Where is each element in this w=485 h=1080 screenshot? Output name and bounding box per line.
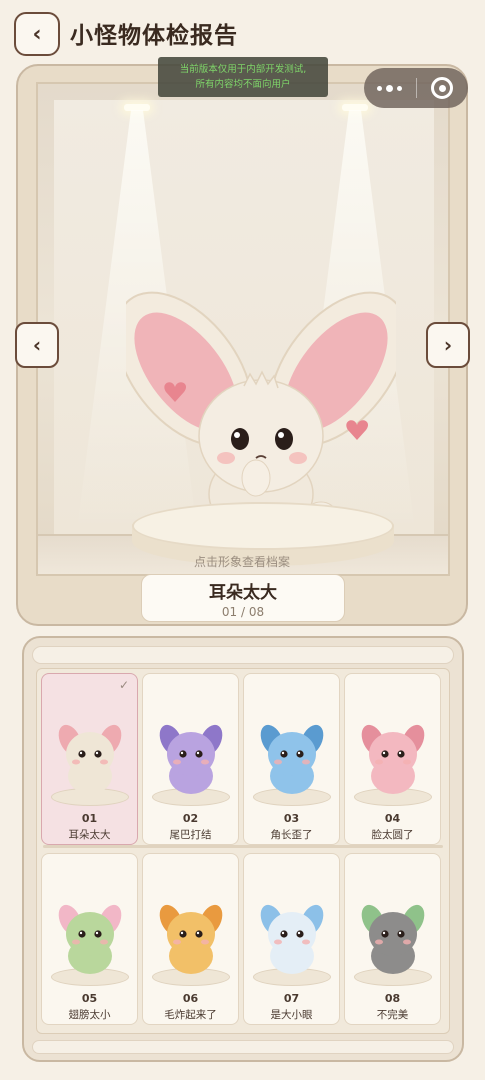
monster-slot-03[interactable]: 03 角长歪了 <box>243 673 340 845</box>
monster-thumbnail-icon <box>58 724 122 794</box>
spotlight-left-icon <box>124 104 150 111</box>
target-circle-icon[interactable] <box>416 68 468 108</box>
monster-thumbnail-icon <box>361 904 425 974</box>
mini-program-capsule <box>364 68 468 108</box>
chevron-left-icon: ‹ <box>32 333 42 357</box>
grid-top-rail <box>32 646 454 664</box>
monster-slot-01[interactable]: ✓ 01 耳朵太大 <box>41 673 138 845</box>
monster-slot-07[interactable]: 07 是大小眼 <box>243 853 340 1025</box>
monster-slot-08[interactable]: 08 不完美 <box>344 853 441 1025</box>
back-button[interactable]: ‹ <box>14 12 60 56</box>
tap-hint: 点击形象查看档案 <box>193 555 290 569</box>
monster-slot-number: 05 <box>81 992 98 1005</box>
monster-slot-label: 耳朵太大 <box>68 829 111 841</box>
monster-slot-05[interactable]: 05 翅膀太小 <box>41 853 138 1025</box>
monster-name-card: 耳朵太大 01 / 08 <box>141 574 345 622</box>
monster-slot-number: 02 <box>182 812 199 825</box>
monster-slot-number: 01 <box>81 812 98 825</box>
monster-thumbnail-icon <box>58 904 122 974</box>
monster-thumbnail-icon <box>361 724 425 794</box>
monster-slot-label: 角长歪了 <box>270 829 313 841</box>
chevron-right-icon: › <box>443 333 453 357</box>
monster-thumbnail-icon <box>159 904 223 974</box>
monster-slot-06[interactable]: 06 毛炸起来了 <box>142 853 239 1025</box>
checkmark-icon: ✓ <box>118 678 129 692</box>
more-dots-icon[interactable] <box>364 68 416 108</box>
monster-slot-label: 毛炸起来了 <box>164 1009 217 1021</box>
showcase-cabinet: 点击形象查看档案 <box>16 64 468 626</box>
monster-slot-label: 尾巴打结 <box>169 829 212 841</box>
monster-slot-number: 08 <box>384 992 401 1005</box>
prev-monster-button[interactable]: ‹ <box>15 322 59 368</box>
monster-grid: ✓ 01 耳朵太大 02 尾巴打结 03 角长歪了 04 脸太圆了 05 翅膀太小 06 毛炸起来了 07… <box>36 668 450 1034</box>
monster-slot-number: 03 <box>283 812 300 825</box>
page-title: 小怪物体检报告 <box>70 23 238 49</box>
monster-slot-label: 翅膀太小 <box>68 1009 111 1021</box>
monster-slot-04[interactable]: 04 脸太圆了 <box>344 673 441 845</box>
monster-thumbnail-icon <box>260 724 324 794</box>
monster-slot-number: 07 <box>283 992 300 1005</box>
grid-bottom-rail <box>32 1040 454 1054</box>
monster-slot-number: 04 <box>384 812 401 825</box>
chevron-left-icon: ‹ <box>32 21 42 47</box>
monster-name: 耳朵太大 <box>209 583 277 603</box>
monster-index: 01 / 08 <box>221 605 265 619</box>
monster-thumbnail-icon <box>260 904 324 974</box>
monster-thumbnail-icon <box>159 724 223 794</box>
cabinet-inner <box>36 82 450 576</box>
monster-slot-label: 脸太圆了 <box>371 829 414 841</box>
monster-slot-02[interactable]: 02 尾巴打结 <box>142 673 239 845</box>
monster-slot-number: 06 <box>182 992 199 1005</box>
monster-slot-label: 是大小眼 <box>270 1009 313 1021</box>
dev-notice: 当前版本仅用于内部开发测试, 所有内容均不面向用户 <box>158 57 328 97</box>
next-monster-button[interactable]: › <box>426 322 470 368</box>
monster-grid-panel: ✓ 01 耳朵太大 02 尾巴打结 03 角长歪了 04 脸太圆了 05 翅膀太小 06 毛炸起来了 07… <box>22 636 464 1062</box>
monster-slot-label: 不完美 <box>376 1009 409 1021</box>
row-divider <box>43 845 443 848</box>
monster-figure-big-ears[interactable] <box>126 274 396 534</box>
